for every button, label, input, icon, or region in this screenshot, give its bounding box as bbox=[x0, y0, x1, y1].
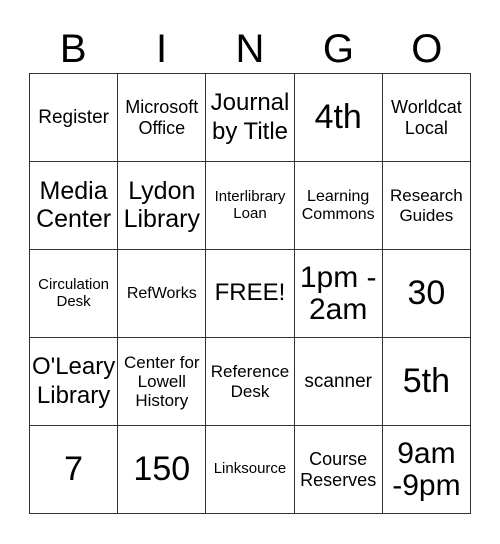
header-letter-g: G bbox=[322, 27, 354, 71]
header-letter-o: O bbox=[411, 27, 443, 71]
bingo-cell[interactable]: Circulation Desk bbox=[30, 250, 119, 338]
free-space[interactable]: FREE! bbox=[206, 250, 295, 338]
bingo-cell[interactable]: 9am -9pm bbox=[382, 426, 471, 514]
bingo-cell[interactable]: Linksource bbox=[206, 426, 295, 514]
bingo-cell[interactable]: 7 bbox=[30, 426, 119, 514]
bingo-cell[interactable]: Reference Desk bbox=[206, 338, 295, 426]
bingo-cell[interactable]: Course Reserves bbox=[294, 426, 383, 514]
bingo-cell[interactable]: 5th bbox=[382, 338, 471, 426]
bingo-board: Register Microsoft Office Journal by Tit… bbox=[29, 73, 471, 514]
bingo-cell[interactable]: Center for Lowell History bbox=[118, 338, 207, 426]
header-letter-i: I bbox=[156, 27, 168, 71]
bingo-cell[interactable]: scanner bbox=[294, 338, 383, 426]
bingo-cell[interactable]: Media Center bbox=[30, 162, 119, 250]
bingo-cell[interactable]: Learning Commons bbox=[294, 162, 383, 250]
bingo-cell[interactable]: 4th bbox=[294, 74, 383, 162]
bingo-cell[interactable]: Journal by Title bbox=[206, 74, 295, 162]
header-letter-b: B bbox=[59, 27, 87, 71]
bingo-cell[interactable]: Lydon Library bbox=[118, 162, 207, 250]
bingo-cell[interactable]: Worldcat Local bbox=[382, 74, 471, 162]
bingo-cell[interactable]: 150 bbox=[118, 426, 207, 514]
bingo-cell[interactable]: Microsoft Office bbox=[118, 74, 207, 162]
bingo-header: B I N G O bbox=[29, 26, 471, 72]
bingo-cell[interactable]: Register bbox=[30, 74, 119, 162]
bingo-cell[interactable]: 1pm - 2am bbox=[294, 250, 383, 338]
bingo-cell[interactable]: 30 bbox=[382, 250, 471, 338]
bingo-cell[interactable]: Interlibrary Loan bbox=[206, 162, 295, 250]
bingo-cell[interactable]: RefWorks bbox=[118, 250, 207, 338]
bingo-cell[interactable]: O'Leary Library bbox=[30, 338, 119, 426]
bingo-cell[interactable]: Research Guides bbox=[382, 162, 471, 250]
header-letter-n: N bbox=[235, 27, 265, 71]
